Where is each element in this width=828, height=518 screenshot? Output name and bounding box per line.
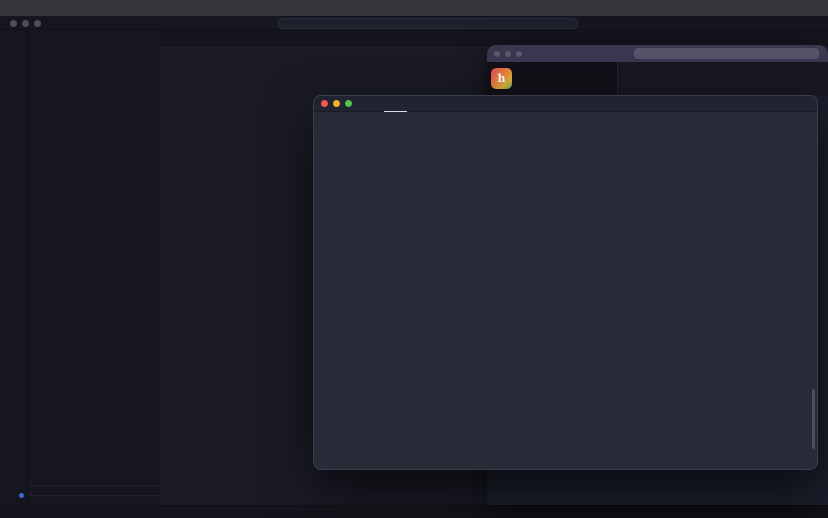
vscode-titlebar: [0, 16, 828, 30]
terminal-scrollbar[interactable]: [812, 389, 815, 449]
workspace-root[interactable]: [28, 44, 160, 56]
close-button[interactable]: [10, 20, 17, 27]
terminal-tab[interactable]: [384, 96, 407, 112]
history-forward-icon[interactable]: [266, 19, 274, 27]
ai-sparkle-icon[interactable]: [762, 99, 771, 108]
channel-header: [617, 62, 828, 95]
manage-gear-button[interactable]: [0, 480, 28, 501]
editor-tabs-bar: [160, 30, 828, 46]
chevron-down-icon: [639, 76, 645, 82]
compose-icon[interactable]: [561, 74, 570, 83]
warp-terminal-window: [313, 95, 818, 470]
search-icon[interactable]: [744, 99, 753, 108]
channel-name[interactable]: [636, 76, 645, 82]
chevron-right-icon: [32, 497, 40, 505]
terminal-tab-bar: [314, 96, 817, 112]
outline-panel-header[interactable]: [28, 485, 160, 495]
history-back-icon[interactable]: [250, 19, 258, 27]
breadcrumb[interactable]: [166, 47, 193, 58]
settings-gear-icon[interactable]: [798, 99, 807, 108]
warning-icon: [390, 99, 398, 107]
shell-file-icon: [180, 48, 189, 57]
toggle-panel-left-icon[interactable]: [763, 19, 772, 28]
command-center-search[interactable]: [278, 18, 578, 29]
minimize-button[interactable]: [505, 51, 511, 57]
gear-badge: [18, 492, 25, 499]
search-icon: [423, 20, 430, 27]
tips-lightbulb-icon[interactable]: [780, 99, 789, 108]
zoom-button[interactable]: [516, 51, 522, 57]
minimize-button[interactable]: [333, 100, 340, 107]
status-bar: [0, 505, 828, 518]
workspace-switcher[interactable]: [520, 76, 528, 82]
chevron-down-icon: [32, 46, 40, 54]
minimize-button[interactable]: [22, 20, 29, 27]
more-actions-icon[interactable]: [144, 32, 154, 42]
apple-logo-icon[interactable]: [10, 3, 21, 14]
search-icon: [640, 50, 647, 57]
close-button[interactable]: [321, 100, 328, 107]
history-clock-icon[interactable]: [616, 50, 624, 58]
explorer-sidebar: [28, 30, 160, 505]
close-button[interactable]: [494, 51, 500, 57]
timeline-panel-header[interactable]: [28, 495, 160, 505]
slack-toolbar: [487, 45, 828, 62]
menu-bar: [0, 0, 828, 16]
history-back-icon[interactable]: [584, 50, 592, 58]
history-forward-icon[interactable]: [600, 50, 608, 58]
workspace-logo[interactable]: h: [491, 68, 512, 89]
activity-bar: [0, 30, 28, 505]
terminal-output[interactable]: [314, 112, 817, 470]
chevron-right-icon: [170, 50, 176, 56]
chevron-right-icon: [32, 487, 40, 495]
launch-config-icon[interactable]: [362, 99, 372, 109]
zoom-button[interactable]: [34, 20, 41, 27]
new-tab-icon[interactable]: [415, 99, 424, 108]
customize-layout-icon[interactable]: [811, 19, 820, 28]
chevron-down-icon: [522, 76, 528, 82]
slack-search-input[interactable]: [634, 48, 819, 59]
toggle-panel-bottom-icon[interactable]: [779, 19, 788, 28]
zoom-button[interactable]: [345, 100, 352, 107]
toggle-panel-right-icon[interactable]: [795, 19, 804, 28]
menu-item-app[interactable]: [31, 0, 45, 16]
filter-icon[interactable]: [542, 74, 551, 83]
